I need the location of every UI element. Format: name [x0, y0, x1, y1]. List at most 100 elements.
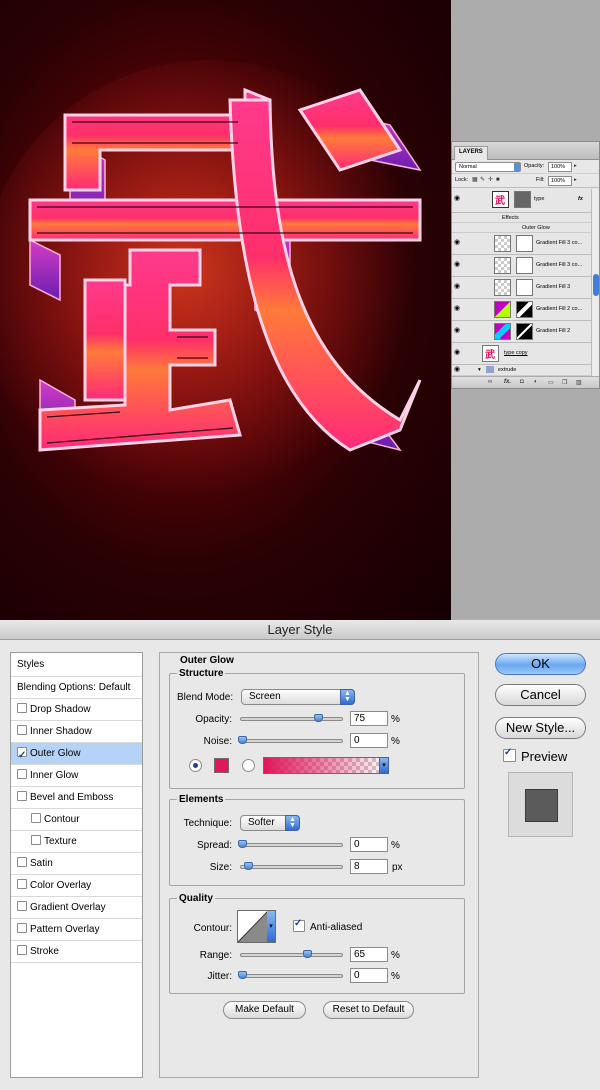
layer-fill-field[interactable]: 100%: [548, 176, 572, 186]
lock-transparent-icon[interactable]: ▦: [472, 177, 478, 184]
layer-row-type[interactable]: ◉ 武 type fx: [452, 189, 592, 213]
style-item-drop-shadow[interactable]: Drop Shadow: [11, 699, 142, 721]
style-item-pattern-overlay[interactable]: Pattern Overlay: [11, 919, 142, 941]
noise-field[interactable]: 0: [350, 733, 388, 748]
tab-layers[interactable]: LAYERS: [454, 146, 488, 160]
lock-move-icon[interactable]: ✛: [488, 177, 494, 184]
jitter-field[interactable]: 0: [350, 968, 388, 983]
fx-icon[interactable]: fx.: [504, 379, 511, 385]
layer-row-gradient-fill-3[interactable]: ◉ Gradient Fill 3: [452, 277, 592, 299]
size-slider[interactable]: [240, 862, 343, 870]
reset-to-default-button[interactable]: Reset to Default: [323, 1001, 414, 1019]
layer-group-extrude[interactable]: ◉ ▾ extrude: [452, 365, 592, 376]
outer-glow-checkbox[interactable]: [17, 745, 27, 766]
lock-all-icon[interactable]: ■: [496, 177, 502, 184]
range-field[interactable]: 65: [350, 947, 388, 962]
satin-checkbox[interactable]: [17, 857, 27, 867]
layer-effect-outer-glow[interactable]: Outer Glow: [452, 223, 592, 233]
range-unit: %: [391, 950, 400, 961]
blend-mode-select[interactable]: Screen ▲ ▼: [241, 689, 355, 705]
fx-icon[interactable]: fx: [578, 196, 583, 202]
slider-thumb[interactable]: [238, 736, 247, 744]
blending-options-item[interactable]: Blending Options: Default: [11, 677, 142, 699]
layer-effects-row[interactable]: Effects: [452, 213, 592, 223]
stroke-checkbox[interactable]: [17, 945, 27, 955]
spread-slider[interactable]: [238, 840, 343, 848]
spread-field[interactable]: 0: [350, 837, 388, 852]
layer-opacity-label: Opacity:: [524, 163, 545, 169]
jitter-slider[interactable]: [238, 971, 343, 979]
glow-gradient-picker[interactable]: ▾: [263, 757, 389, 774]
eye-icon[interactable]: ◉: [454, 305, 462, 312]
inner-shadow-checkbox[interactable]: [17, 725, 27, 735]
contour-picker[interactable]: ▾: [237, 910, 276, 943]
mask-icon[interactable]: ◘: [520, 379, 524, 385]
bevel-emboss-checkbox[interactable]: [17, 791, 27, 801]
link-icon[interactable]: ∞: [488, 379, 492, 385]
eye-icon[interactable]: ◉: [454, 366, 462, 373]
slider-thumb[interactable]: [303, 950, 312, 958]
eye-icon[interactable]: ◉: [454, 239, 462, 246]
inner-glow-checkbox[interactable]: [17, 769, 27, 779]
adjustment-icon[interactable]: ◐: [534, 379, 538, 385]
styles-header[interactable]: Styles: [11, 653, 142, 677]
layer-row-gradient-fill-2[interactable]: ◉ Gradient Fill 2: [452, 321, 592, 343]
layer-row-gradient-fill-3-copy-b[interactable]: ◉ Gradient Fill 3 co...: [452, 255, 592, 277]
style-item-contour[interactable]: Contour: [11, 809, 142, 831]
drop-shadow-checkbox[interactable]: [17, 703, 27, 713]
new-layer-icon[interactable]: ❐: [562, 379, 567, 386]
layer-row-gradient-fill-2-copy[interactable]: ◉ Gradient Fill 2 co...: [452, 299, 592, 321]
chevron-right-icon[interactable]: ▸: [574, 163, 577, 169]
glow-color-swatch[interactable]: [214, 758, 229, 773]
layer-row-type-copy[interactable]: ◉ 武 type copy: [452, 343, 592, 365]
style-item-inner-shadow[interactable]: Inner Shadow: [11, 721, 142, 743]
style-item-color-overlay[interactable]: Color Overlay: [11, 875, 142, 897]
opacity-slider[interactable]: [240, 714, 343, 722]
range-slider[interactable]: [240, 950, 343, 958]
slider-thumb[interactable]: [314, 714, 323, 722]
style-item-inner-glow[interactable]: Inner Glow: [11, 765, 142, 787]
layers-scrollbar[interactable]: [591, 189, 599, 376]
scrollbar-thumb[interactable]: [593, 274, 599, 296]
layer-blend-mode-select[interactable]: Normal: [455, 162, 521, 172]
make-default-button[interactable]: Make Default: [223, 1001, 306, 1019]
solid-color-radio[interactable]: [189, 759, 202, 772]
preview-checkbox[interactable]: [503, 747, 516, 762]
chevron-down-icon[interactable]: ▾: [478, 367, 481, 373]
style-item-bevel-emboss[interactable]: Bevel and Emboss: [11, 787, 142, 809]
pattern-overlay-checkbox[interactable]: [17, 923, 27, 933]
lock-brush-icon[interactable]: ✎: [480, 177, 486, 184]
technique-select[interactable]: Softer ▲ ▼: [240, 815, 300, 831]
eye-icon[interactable]: ◉: [454, 349, 462, 356]
eye-icon[interactable]: ◉: [454, 195, 462, 202]
eye-icon[interactable]: ◉: [454, 261, 462, 268]
opacity-field[interactable]: 75: [350, 711, 388, 726]
gradient-overlay-checkbox[interactable]: [17, 901, 27, 911]
style-item-texture[interactable]: Texture: [11, 831, 142, 853]
anti-aliased-checkbox[interactable]: [293, 918, 305, 932]
folder-icon[interactable]: ▭: [548, 379, 554, 386]
chevron-right-icon[interactable]: ▸: [574, 177, 577, 183]
cancel-button[interactable]: Cancel: [495, 684, 586, 706]
trash-icon[interactable]: ▥: [576, 379, 582, 386]
size-field[interactable]: 8: [350, 859, 388, 874]
new-style-button[interactable]: New Style...: [495, 717, 586, 739]
style-item-outer-glow[interactable]: Outer Glow: [11, 743, 142, 766]
layer-row-gradient-fill-3-copy-a[interactable]: ◉ Gradient Fill 3 co...: [452, 233, 592, 255]
eye-icon[interactable]: ◉: [454, 327, 462, 334]
noise-slider[interactable]: [238, 736, 343, 744]
layer-opacity-field[interactable]: 100%: [548, 162, 572, 172]
style-item-satin[interactable]: Satin: [11, 853, 142, 875]
eye-icon[interactable]: ◉: [454, 283, 462, 290]
slider-thumb[interactable]: [238, 971, 247, 979]
gradient-radio[interactable]: [242, 759, 255, 772]
contour-checkbox[interactable]: [31, 813, 41, 823]
style-item-stroke[interactable]: Stroke: [11, 941, 142, 963]
color-overlay-checkbox[interactable]: [17, 879, 27, 889]
canvas-artwork[interactable]: [0, 0, 451, 620]
ok-button[interactable]: OK: [495, 653, 586, 675]
texture-checkbox[interactable]: [31, 835, 41, 845]
slider-thumb[interactable]: [238, 840, 247, 848]
style-item-gradient-overlay[interactable]: Gradient Overlay: [11, 897, 142, 919]
slider-thumb[interactable]: [244, 862, 253, 870]
